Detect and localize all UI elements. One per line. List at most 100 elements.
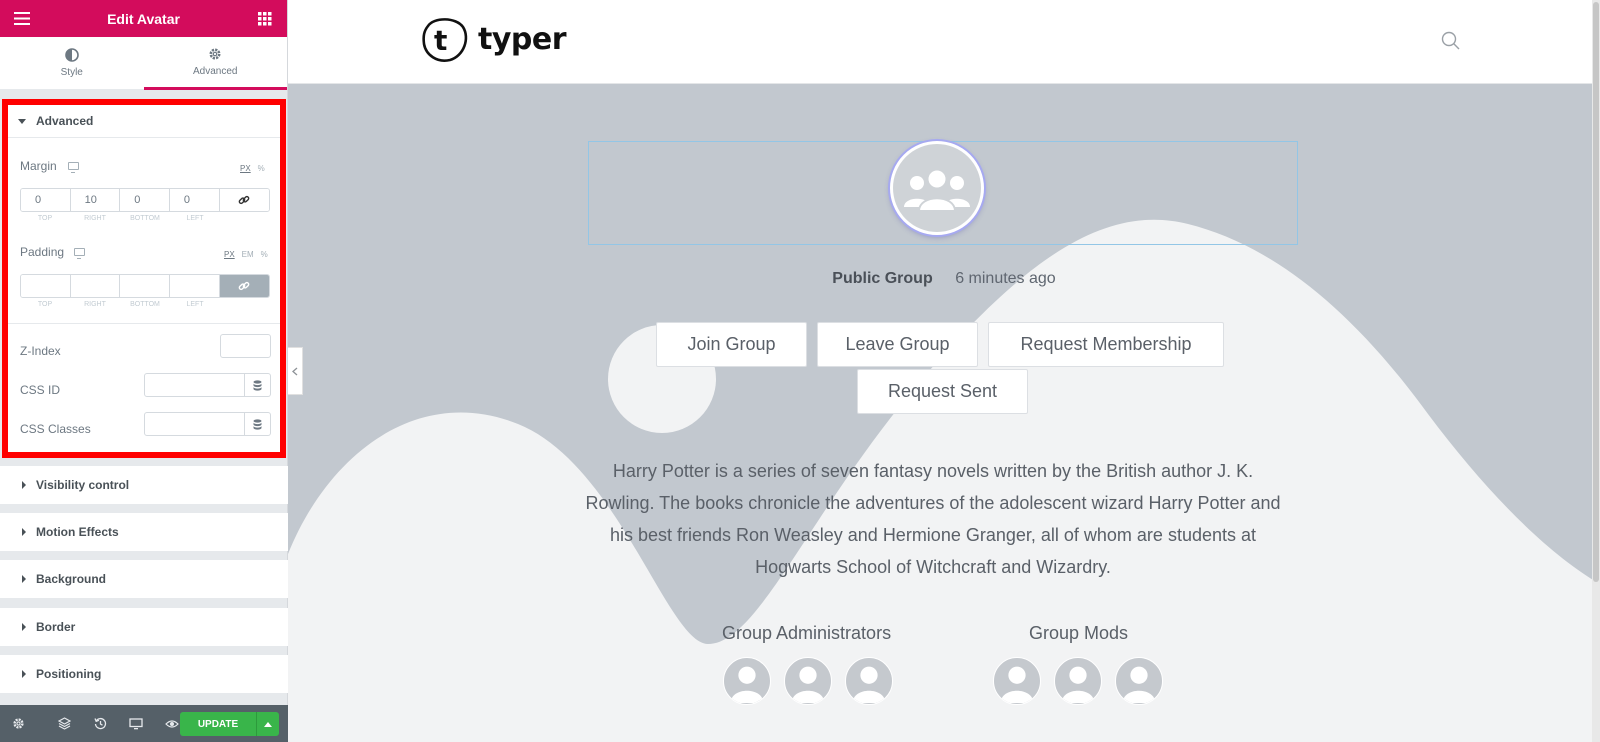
user-avatar-icon	[791, 666, 825, 703]
padding-side-labels: TOP RIGHT BOTTOM LEFT	[20, 301, 270, 308]
chevron-left-icon	[292, 367, 298, 375]
panel-header: Edit Avatar	[0, 0, 287, 37]
side-label-bottom: BOTTOM	[130, 215, 160, 222]
css-id-label: CSS ID	[20, 383, 61, 397]
margin-link-button[interactable]	[219, 189, 269, 211]
margin-unit-percent[interactable]: %	[258, 164, 265, 173]
navigator-layers-icon[interactable]	[46, 705, 82, 742]
padding-link-button[interactable]	[219, 275, 269, 297]
scrollbar-thumb[interactable]	[1593, 2, 1599, 582]
mod-avatar[interactable]	[993, 657, 1041, 705]
user-avatar-icon	[1000, 666, 1034, 703]
editor-panel: Edit Avatar Style Advanced Advanced Marg…	[0, 0, 288, 742]
link-icon	[238, 195, 250, 205]
side-label-top: TOP	[37, 301, 53, 308]
page-preview: t typer Public Group 6 minutes ago Join …	[288, 0, 1600, 742]
settings-gear-icon[interactable]	[10, 705, 26, 742]
css-id-input[interactable]	[144, 373, 245, 397]
logo-mark: t	[422, 18, 468, 62]
margin-units: PX %	[240, 164, 265, 173]
margin-right-input[interactable]: 10	[70, 189, 121, 211]
padding-left-input[interactable]	[169, 275, 220, 297]
caret-right-icon	[22, 575, 26, 583]
link-icon	[238, 281, 250, 291]
logo-text: typer	[478, 21, 567, 57]
collapse-panel-button[interactable]	[288, 347, 303, 395]
site-logo[interactable]: t typer	[420, 14, 567, 64]
user-avatar-icon	[730, 666, 764, 703]
tab-advanced[interactable]: Advanced	[143, 37, 287, 90]
group-description: Harry Potter is a series of seven fantas…	[585, 461, 1281, 577]
responsive-desktop-icon[interactable]	[68, 162, 79, 173]
section-motion-effects[interactable]: Motion Effects	[0, 513, 288, 551]
group-type: Public Group	[832, 270, 933, 287]
admin-avatar[interactable]	[845, 657, 893, 705]
request-membership-button[interactable]: Request Membership	[988, 322, 1224, 367]
hamburger-menu-icon[interactable]	[12, 9, 32, 29]
padding-unit-percent[interactable]: %	[261, 250, 268, 259]
user-avatar-icon	[1061, 666, 1095, 703]
padding-bottom-input[interactable]	[120, 275, 170, 297]
dynamic-tags-button[interactable]	[245, 412, 271, 436]
join-group-button[interactable]: Join Group	[656, 322, 807, 367]
database-icon	[253, 379, 262, 391]
padding-right-input[interactable]	[70, 275, 121, 297]
margin-top-input[interactable]: 0	[21, 189, 71, 211]
padding-dimensions	[20, 274, 270, 298]
update-options-button[interactable]	[256, 712, 279, 736]
admin-avatar[interactable]	[723, 657, 771, 705]
user-avatar-icon	[1122, 666, 1156, 703]
leave-group-button[interactable]: Leave Group	[817, 322, 978, 367]
padding-unit-px[interactable]: PX	[224, 250, 235, 259]
mod-avatar[interactable]	[1115, 657, 1163, 705]
margin-dimensions: 0 10 0 0	[20, 188, 270, 212]
padding-label: Padding	[20, 245, 65, 259]
request-sent-button[interactable]: Request Sent	[857, 369, 1028, 414]
admin-avatar[interactable]	[784, 657, 832, 705]
dynamic-tags-button[interactable]	[245, 373, 271, 397]
group-administrators-title: Group Administrators	[722, 623, 892, 643]
responsive-desktop-icon[interactable]	[74, 248, 85, 259]
side-label-left: LEFT	[186, 301, 204, 308]
section-background[interactable]: Background	[0, 560, 288, 598]
side-label-bottom: BOTTOM	[130, 301, 160, 308]
side-label-left: LEFT	[186, 215, 204, 222]
user-avatar-icon	[852, 666, 886, 703]
history-icon[interactable]	[82, 705, 118, 742]
tab-style[interactable]: Style	[0, 37, 144, 90]
group-avatar[interactable]	[890, 141, 984, 235]
z-index-label: Z-Index	[20, 344, 61, 358]
group-meta: Public Group 6 minutes ago	[288, 270, 1600, 288]
preview-scrollbar[interactable]	[1592, 0, 1600, 742]
widgets-grid-icon[interactable]	[255, 9, 275, 29]
advanced-section-toggle[interactable]: Advanced	[8, 105, 280, 138]
update-button[interactable]: UPDATE	[180, 712, 256, 736]
section-border[interactable]: Border	[0, 608, 288, 646]
side-label-top: TOP	[37, 215, 53, 222]
caret-up-icon	[264, 721, 272, 727]
section-title: Border	[36, 620, 76, 634]
tab-style-label: Style	[60, 67, 83, 78]
mod-avatar[interactable]	[1054, 657, 1102, 705]
divider	[8, 323, 280, 324]
z-index-input[interactable]	[220, 334, 271, 358]
section-visibility-control[interactable]: Visibility control	[0, 466, 288, 504]
database-icon	[253, 418, 262, 430]
margin-left-input[interactable]: 0	[169, 189, 220, 211]
padding-top-input[interactable]	[21, 275, 71, 297]
search-icon[interactable]	[1441, 31, 1461, 56]
caret-right-icon	[22, 623, 26, 631]
responsive-mode-icon[interactable]	[118, 705, 154, 742]
padding-units: PX EM %	[224, 250, 268, 259]
group-mods-title: Group Mods	[1029, 623, 1129, 643]
margin-bottom-input[interactable]: 0	[120, 189, 170, 211]
site-header: t typer	[288, 0, 1600, 84]
margin-unit-px[interactable]: PX	[240, 164, 251, 173]
section-positioning[interactable]: Positioning	[0, 655, 288, 693]
side-label-right: RIGHT	[84, 215, 106, 222]
caret-down-icon	[18, 118, 26, 124]
css-classes-input[interactable]	[144, 412, 245, 436]
group-last-active: 6 minutes ago	[955, 270, 1056, 287]
css-classes-label: CSS Classes	[20, 422, 91, 436]
padding-unit-em[interactable]: EM	[242, 250, 254, 259]
